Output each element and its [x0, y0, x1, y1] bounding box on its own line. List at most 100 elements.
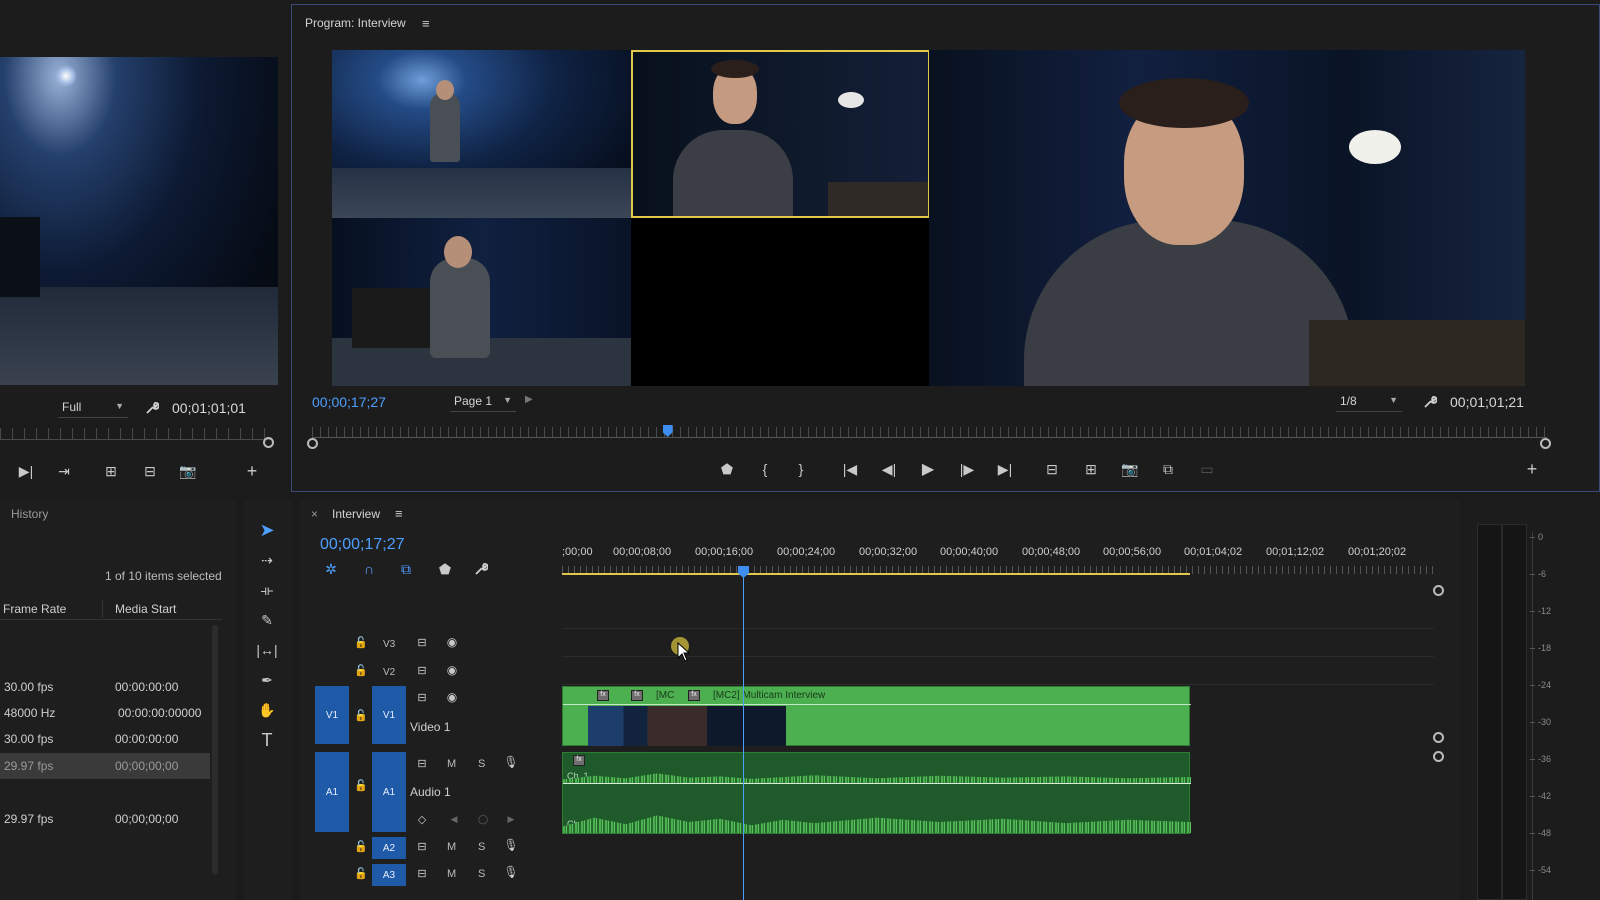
lift-icon[interactable]: ⊟ — [1042, 460, 1062, 478]
audio-clip-a1[interactable]: fx Ch. 1 Ch. 2 — [562, 752, 1191, 834]
camera-icon[interactable]: 📷 — [177, 462, 199, 480]
lock-icon[interactable]: 🔓 — [354, 778, 368, 792]
step-back-icon[interactable]: ◀| — [879, 460, 899, 478]
proxy-toggle-icon[interactable]: ▭ — [1197, 460, 1217, 478]
timeline-tab-title[interactable]: Interview — [332, 507, 380, 521]
video-clip-multicam[interactable]: fx fx [MC fx [MC2] Multicam Interview — [562, 686, 1191, 746]
history-scrollbar[interactable] — [212, 625, 218, 875]
sync-lock-icon[interactable]: ⊟ — [415, 756, 429, 770]
track-select-tool-icon[interactable]: ⇢ — [256, 549, 278, 571]
table-row[interactable]: 30.00 fps 00:00:00:00 — [0, 726, 210, 752]
page-select-dropdown[interactable]: Page 1 ▼ — [450, 392, 516, 412]
mute-button[interactable]: M — [447, 758, 456, 770]
add-marker-icon[interactable]: ⬟ — [436, 560, 454, 578]
ripple-edit-tool-icon[interactable]: ⟛ — [256, 579, 278, 601]
sync-lock-icon[interactable]: ⊟ — [415, 635, 429, 649]
lock-icon[interactable]: 🔓 — [354, 635, 368, 649]
extract-icon[interactable]: ⊞ — [1081, 460, 1101, 478]
video-track-height-handle[interactable] — [1433, 732, 1444, 743]
sync-lock-icon[interactable]: ⊟ — [415, 866, 429, 880]
lock-icon[interactable]: 🔓 — [354, 708, 368, 722]
eye-icon[interactable]: ◉ — [445, 635, 459, 649]
solo-button[interactable]: S — [478, 868, 485, 880]
program-playhead-timecode[interactable]: 00;00;17;27 — [312, 394, 386, 410]
close-tab-icon[interactable]: × — [311, 507, 318, 521]
track-target-a2[interactable]: A2 — [372, 837, 406, 859]
add-marker-icon[interactable]: ⬟ — [717, 460, 737, 478]
column-frame-rate[interactable]: Frame Rate — [3, 602, 66, 616]
overwrite-icon[interactable]: ⊟ — [139, 462, 161, 480]
audio-track-height-handle[interactable] — [1433, 751, 1444, 762]
type-tool-icon[interactable]: T — [256, 729, 278, 751]
zoom-handle-left[interactable] — [307, 438, 318, 449]
source-timecode[interactable]: 00;01;01;01 — [172, 400, 246, 416]
insert-icon[interactable]: ⊞ — [100, 462, 122, 480]
source-zoom-dropdown[interactable]: Full ▼ — [58, 398, 128, 418]
sync-lock-icon[interactable]: ⊟ — [415, 690, 429, 704]
prev-keyframe-icon[interactable]: ◀ — [447, 812, 461, 826]
play-icon[interactable]: ▶ — [918, 460, 938, 478]
next-keyframe-icon[interactable]: ▶ — [504, 812, 518, 826]
add-keyframe-icon[interactable]: ◯ — [476, 812, 490, 826]
eye-icon[interactable]: ◉ — [445, 690, 459, 704]
mute-button[interactable]: M — [447, 841, 456, 853]
program-monitor-title[interactable]: Program: Interview — [305, 16, 406, 30]
source-patch-a1[interactable]: A1 — [315, 752, 349, 832]
camera-angle-1[interactable] — [332, 50, 631, 218]
panel-menu-icon[interactable]: ≡ — [422, 16, 430, 31]
export-frame-camera-icon[interactable]: 📷 — [1120, 460, 1140, 478]
add-button-icon[interactable]: + — [241, 461, 263, 481]
hand-tool-icon[interactable]: ✋ — [256, 699, 278, 721]
sync-lock-icon[interactable]: ⊟ — [415, 663, 429, 677]
pen-tool-icon[interactable]: ✒ — [256, 669, 278, 691]
snap-magnet-icon[interactable]: ∩ — [360, 560, 378, 578]
track-area[interactable]: fx fx [MC fx [MC2] Multicam Interview fx… — [562, 566, 1434, 900]
wrench-icon[interactable] — [143, 399, 161, 417]
next-page-icon[interactable]: ▶ — [525, 394, 533, 405]
add-button-icon[interactable]: + — [1522, 459, 1542, 479]
go-to-out-icon[interactable]: ⇥ — [53, 462, 75, 480]
microphone-icon[interactable]: 🎙 — [503, 838, 518, 852]
lock-icon[interactable]: 🔓 — [354, 839, 368, 853]
track-target-a1[interactable]: A1 — [372, 752, 406, 832]
eye-icon[interactable]: ◉ — [445, 663, 459, 677]
solo-button[interactable]: S — [478, 758, 485, 770]
multicam-toggle-icon[interactable]: ⧉ — [1158, 460, 1178, 478]
linked-selection-icon[interactable]: ⧉ — [397, 560, 415, 578]
table-row[interactable]: 30.00 fps 00:00:00:00 — [0, 674, 210, 700]
slip-tool-icon[interactable]: |↔| — [256, 639, 278, 661]
mark-in-icon[interactable]: { — [755, 460, 775, 478]
timeline-settings-wrench-icon[interactable] — [472, 560, 490, 578]
track-target-a3[interactable]: A3 — [372, 864, 406, 886]
track-target-v1[interactable]: V1 — [372, 686, 406, 744]
table-row-selected[interactable]: 29.97 fps 00;00;00;00 — [0, 753, 210, 779]
timeline-zoom-handle-top[interactable] — [1433, 585, 1444, 596]
track-label-v3[interactable]: V3 — [383, 639, 395, 650]
razor-tool-icon[interactable]: ✎ — [256, 609, 278, 631]
go-to-in-icon[interactable]: |◀ — [840, 460, 860, 478]
mark-out-icon[interactable]: } — [791, 460, 811, 478]
zoom-handle-right[interactable] — [1540, 438, 1551, 449]
wrench-icon[interactable] — [1421, 393, 1439, 411]
timeline-timecode[interactable]: 00;00;17;27 — [320, 536, 405, 554]
sync-lock-icon[interactable]: ⊟ — [415, 839, 429, 853]
camera-angle-2-selected[interactable] — [631, 50, 930, 218]
timeline-playhead-handle[interactable] — [738, 566, 749, 578]
selection-tool-icon[interactable]: ➤ — [256, 519, 278, 541]
mute-button[interactable]: M — [447, 868, 456, 880]
table-row[interactable]: 29.97 fps 00;00;00;00 — [0, 806, 210, 832]
source-scrub-bar[interactable] — [0, 428, 272, 440]
microphone-icon[interactable]: 🎙 — [503, 755, 518, 769]
history-title[interactable]: History — [11, 507, 48, 521]
step-forward-icon[interactable]: |▶ — [957, 460, 977, 478]
work-area-bar[interactable] — [562, 573, 1190, 575]
microphone-icon[interactable]: 🎙 — [503, 865, 518, 879]
camera-angle-3[interactable] — [332, 218, 631, 386]
column-media-start[interactable]: Media Start — [115, 602, 176, 616]
lock-icon[interactable]: 🔓 — [354, 866, 368, 880]
program-scrub-bar[interactable] — [312, 425, 1547, 439]
timeline-playhead[interactable] — [743, 570, 744, 900]
table-row[interactable]: 48000 Hz 00:00:00:00000 — [0, 700, 210, 726]
track-label-v2[interactable]: V2 — [383, 667, 395, 678]
source-zoom-handle[interactable] — [263, 437, 274, 448]
